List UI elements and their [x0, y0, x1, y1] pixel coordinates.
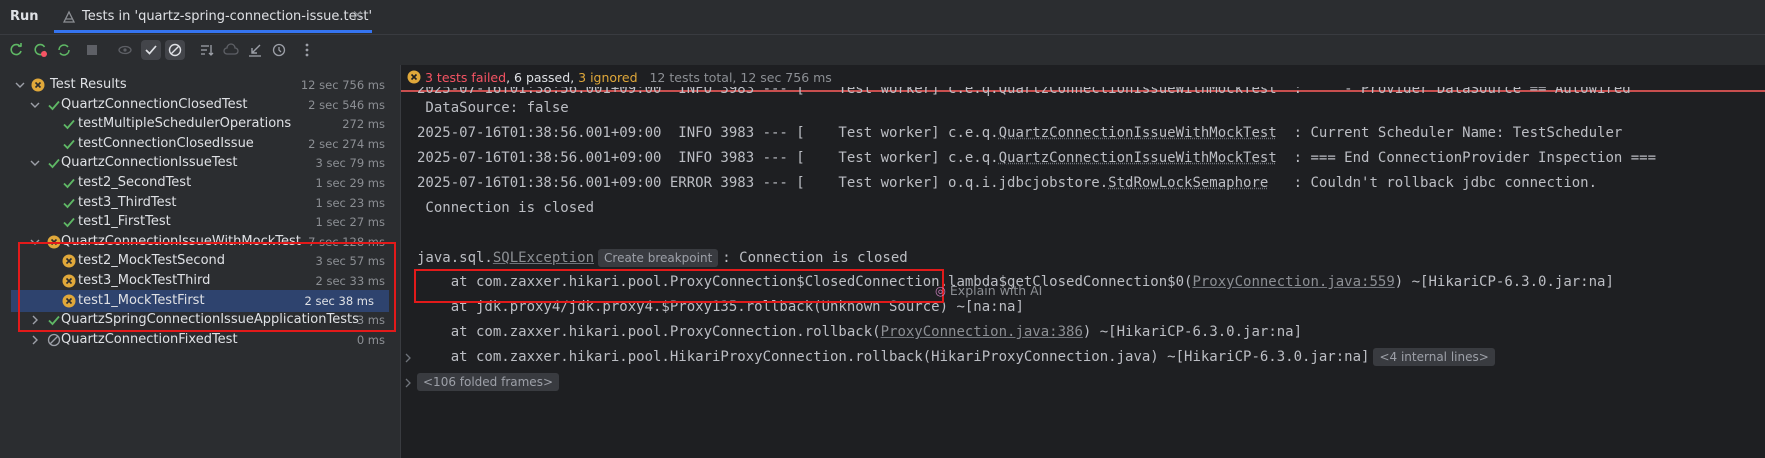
eye-icon[interactable]	[115, 40, 135, 60]
console-line: 2025-07-16T01:38:56.001+09:00 ERROR 3983…	[417, 175, 1598, 191]
summary-separator: ,	[506, 70, 515, 85]
test-passed-icon	[48, 159, 60, 169]
tree-node-label: testConnectionClosedIssue	[78, 135, 254, 151]
chevron-down-icon[interactable]	[14, 79, 26, 91]
tree-node-time: 0 ms	[356, 332, 385, 347]
tree-node-label: test2_SecondTest	[78, 175, 192, 190]
test-passed-icon	[63, 178, 75, 189]
test-passed-icon	[63, 198, 75, 208]
import-tests-icon[interactable]	[245, 40, 265, 60]
test-failed-icon	[31, 78, 45, 92]
tree-node-label: QuartzConnectionIssueTest	[61, 155, 238, 171]
active-tab-indicator	[54, 30, 372, 33]
tree-node-time: 2 sec 274 ms	[308, 136, 385, 151]
exception-line: java.sql.SQLException Create breakpoint: …	[417, 249, 908, 267]
folded-frames-line: <106 folded frames>	[417, 371, 563, 393]
tab-tests[interactable]: Tests in 'quartz-spring-connection-issue…	[54, 0, 372, 34]
rerun-icon[interactable]	[6, 40, 26, 60]
tree-node-time: 12 sec 756 ms	[300, 78, 385, 92]
explain-with-ai-link[interactable]: ◎ Explain with AI	[935, 283, 1042, 298]
top-bar: Run Tests in 'quartz-spring-connection-i…	[0, 0, 1765, 35]
tree-node-label: Test Results	[50, 77, 127, 92]
tree-node-label: test1_FirstTest	[78, 214, 171, 230]
ai-icon: ◎	[935, 283, 946, 298]
tree-node-time: 2 sec 546 ms	[308, 97, 385, 112]
tree-node-label: testMultipleSchedulerOperations	[78, 116, 292, 132]
tree-node-time: 1 sec 29 ms	[315, 176, 386, 190]
test-toolbar	[0, 35, 1765, 65]
summary-passed: 6 passed	[514, 70, 571, 85]
toggle-auto-test-icon[interactable]	[54, 40, 74, 60]
test-ignored-icon	[47, 333, 61, 346]
stack-trace-line: at com.zaxxer.hikari.pool.ProxyConnectio…	[417, 324, 1303, 340]
folded-frames-button[interactable]: <106 folded frames>	[417, 373, 559, 391]
test-flask-icon	[62, 9, 76, 28]
stop-icon[interactable]	[82, 40, 102, 60]
rerun-failed-icon[interactable]	[30, 40, 50, 60]
create-breakpoint-button[interactable]: Create breakpoint	[598, 249, 719, 267]
more-icon[interactable]	[297, 40, 317, 60]
internal-lines-fold[interactable]: <4 internal lines>	[1373, 348, 1495, 366]
test-passed-icon	[63, 139, 75, 150]
tree-node-label: test3_ThirdTest	[78, 194, 177, 210]
tree-item[interactable]: QuartzConnectionFixedTest 0 ms	[0, 329, 400, 351]
tree-node-time: 272 ms	[342, 117, 385, 132]
console-line: 2025-07-16T01:38:56.001+09:00 INFO 3983 …	[417, 125, 1623, 141]
history-icon[interactable]	[269, 40, 289, 60]
chevron-down-icon[interactable]	[29, 99, 41, 111]
exception-class-link[interactable]: SQLException	[493, 250, 594, 266]
summary-ignored: 3 ignored	[578, 70, 638, 85]
chevron-right-icon[interactable]	[403, 349, 413, 368]
cloud-icon[interactable]	[221, 40, 241, 60]
summary-total: 12 tests total, 12 sec 756 ms	[649, 70, 832, 85]
tree-node-time: 3 sec 79 ms	[315, 156, 386, 171]
show-ignored-icon[interactable]	[165, 40, 185, 60]
test-passed-icon	[63, 218, 75, 228]
chevron-right-icon[interactable]	[403, 374, 413, 393]
console-output: 2025-07-16T01:38:56.001+09:00 INFO 3983 …	[417, 65, 1656, 391]
sort-icon[interactable]	[197, 40, 217, 60]
test-passed-icon	[48, 100, 60, 110]
summary-separator: ,	[570, 70, 579, 85]
highlight-box-exception	[414, 269, 944, 303]
show-passed-icon[interactable]	[141, 40, 161, 60]
tab-label: Tests in 'quartz-spring-connection-issue…	[82, 9, 373, 24]
console-line: 2025-07-16T01:38:56.001+09:00 INFO 3983 …	[417, 150, 1657, 166]
tree-node-time: 1 sec 27 ms	[315, 215, 386, 230]
tree-node-time: 1 sec 23 ms	[315, 195, 386, 210]
source-link[interactable]: ProxyConnection.java:559	[1192, 274, 1394, 290]
run-tool-window-title: Run	[10, 9, 39, 24]
console-line: Connection is closed	[417, 200, 595, 216]
source-link[interactable]: ProxyConnection.java:386	[881, 324, 1083, 340]
console-line: DataSource: false	[417, 100, 569, 116]
stack-trace-line: at com.zaxxer.hikari.pool.HikariProxyCon…	[417, 346, 1499, 368]
summary-text: 3 tests failed, 6 passed, 3 ignored 12 t…	[425, 70, 832, 85]
tree-node-label: QuartzConnectionClosedTest	[61, 96, 248, 112]
tree-node-label: QuartzConnectionFixedTest	[61, 331, 238, 347]
console-panel: 3 tests failed, 6 passed, 3 ignored 12 t…	[401, 65, 1765, 458]
test-passed-icon	[63, 120, 75, 130]
close-icon[interactable]: ×	[352, 8, 363, 23]
chevron-down-icon[interactable]	[29, 157, 41, 169]
highlight-box-mock-test	[18, 242, 396, 332]
chevron-right-icon[interactable]	[29, 334, 41, 346]
